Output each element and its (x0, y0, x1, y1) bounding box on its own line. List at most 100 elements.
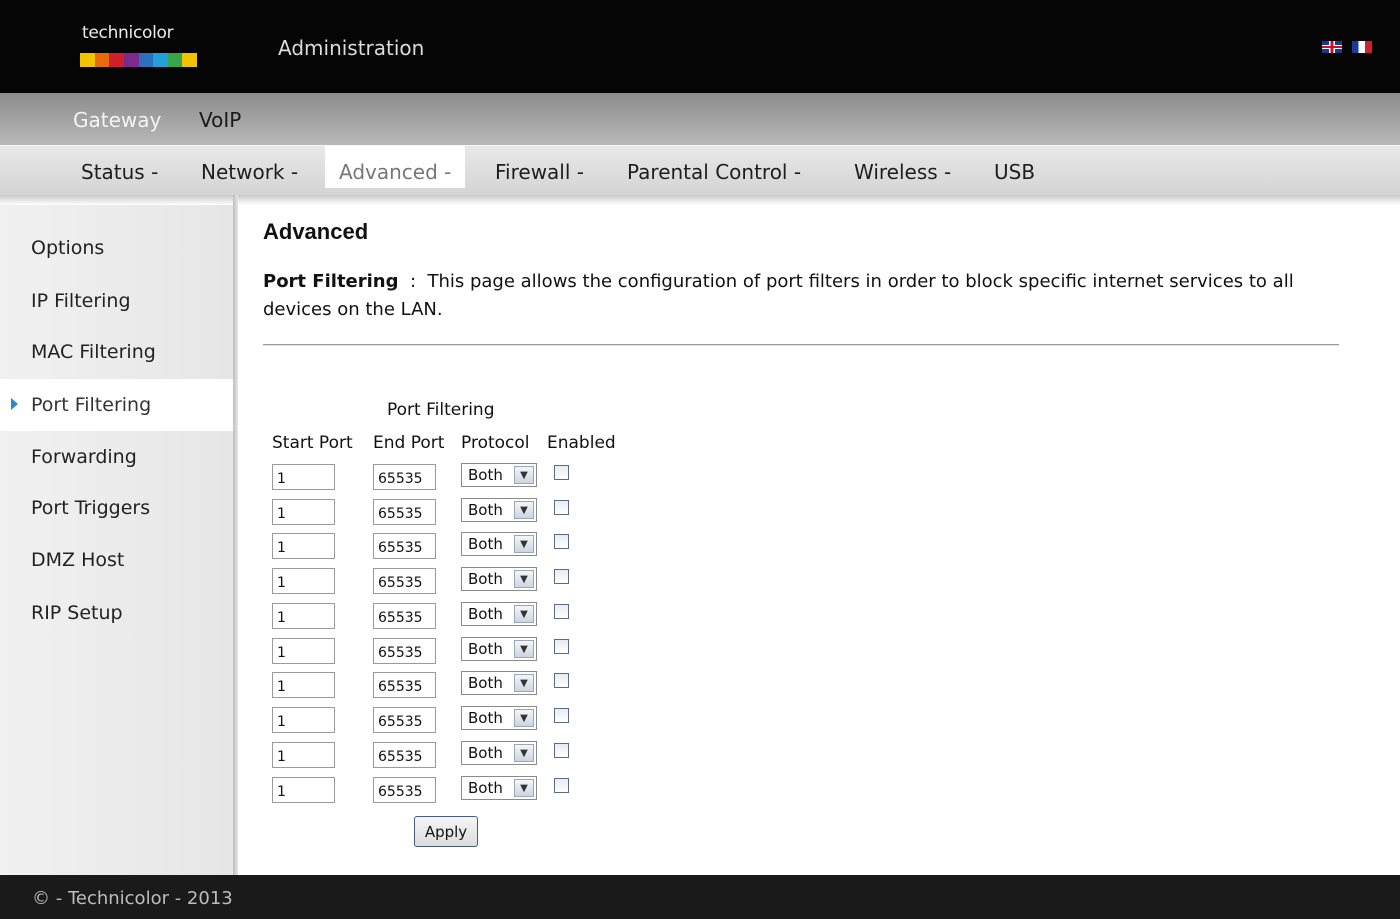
enabled-checkbox[interactable] (554, 708, 569, 723)
nav-usb[interactable]: USB (994, 146, 1035, 196)
sidebar-item-rip-setup[interactable]: RIP Setup (0, 588, 233, 638)
start-port-input[interactable]: 1 (272, 464, 335, 490)
sidebar-item-options[interactable]: Options (0, 223, 233, 273)
nav-firewall[interactable]: Firewall - (495, 146, 584, 196)
end-port-input[interactable]: 65535 (373, 499, 436, 525)
sidebar-item-dmz-host[interactable]: DMZ Host (0, 535, 233, 585)
enabled-checkbox[interactable] (554, 778, 569, 793)
end-port-input[interactable]: 65535 (373, 672, 436, 698)
enabled-checkbox[interactable] (554, 534, 569, 549)
protocol-select[interactable]: Both ▼ (461, 671, 537, 695)
protocol-select[interactable]: Both ▼ (461, 498, 537, 522)
start-port-input[interactable]: 1 (272, 533, 335, 559)
uk-flag-icon[interactable] (1322, 41, 1342, 53)
logo-color-segment (80, 53, 95, 67)
sidebar-item-port-triggers[interactable]: Port Triggers (0, 483, 233, 533)
chevron-down-icon[interactable]: ▼ (514, 466, 534, 484)
divider (263, 344, 1339, 346)
protocol-select[interactable]: Both ▼ (461, 706, 537, 730)
enabled-checkbox[interactable] (554, 465, 569, 480)
protocol-value: Both (468, 674, 503, 692)
nav-voip[interactable]: VoIP (199, 108, 241, 132)
end-port-input[interactable]: 65535 (373, 464, 436, 490)
start-port-input[interactable]: 1 (272, 672, 335, 698)
start-port-input[interactable]: 1 (272, 777, 335, 803)
protocol-select[interactable]: Both ▼ (461, 567, 537, 591)
protocol-select[interactable]: Both ▼ (461, 637, 537, 661)
header-bar: technicolor Administration (0, 0, 1400, 93)
enabled-checkbox[interactable] (554, 673, 569, 688)
protocol-select[interactable]: Both ▼ (461, 602, 537, 626)
end-port-input[interactable]: 65535 (373, 777, 436, 803)
start-port-input[interactable]: 1 (272, 638, 335, 664)
nav-gateway[interactable]: Gateway (73, 108, 161, 132)
logo-text: technicolor (82, 23, 174, 43)
logo-color-segment (109, 53, 124, 67)
enabled-checkbox[interactable] (554, 569, 569, 584)
chevron-down-icon[interactable]: ▼ (514, 605, 534, 623)
chevron-down-icon[interactable]: ▼ (514, 744, 534, 762)
table-caption: Port Filtering (387, 400, 495, 420)
start-port-input[interactable]: 1 (272, 568, 335, 594)
chevron-down-icon[interactable]: ▼ (514, 501, 534, 519)
app-title: Administration (278, 36, 425, 60)
france-flag-icon[interactable] (1352, 41, 1372, 53)
nav-network[interactable]: Network - (201, 146, 298, 196)
logo-color-segment (153, 53, 168, 67)
protocol-select[interactable]: Both ▼ (461, 741, 537, 765)
end-port-input[interactable]: 65535 (373, 638, 436, 664)
nav-wireless[interactable]: Wireless - (854, 146, 951, 196)
logo-color-segment (138, 53, 154, 67)
sidebar-item-label: DMZ Host (31, 549, 125, 571)
protocol-value: Both (468, 779, 503, 797)
column-header-protocol: Protocol (461, 433, 530, 453)
page-title: Advanced (263, 219, 369, 244)
sidebar-item-forwarding[interactable]: Forwarding (0, 432, 233, 482)
start-port-input[interactable]: 1 (272, 707, 335, 733)
chevron-down-icon[interactable]: ▼ (514, 779, 534, 797)
protocol-select[interactable]: Both ▼ (461, 776, 537, 800)
enabled-checkbox[interactable] (554, 639, 569, 654)
sidebar-item-label: Port Triggers (31, 497, 151, 519)
main-nav: Status - Network - Advanced - Firewall -… (0, 145, 1400, 196)
chevron-down-icon[interactable]: ▼ (514, 674, 534, 692)
protocol-value: Both (468, 640, 503, 658)
start-port-input[interactable]: 1 (272, 742, 335, 768)
protocol-value: Both (468, 709, 503, 727)
sidebar-item-label: RIP Setup (31, 602, 123, 624)
start-port-input[interactable]: 1 (272, 499, 335, 525)
nav-advanced[interactable]: Advanced - (325, 146, 466, 188)
technicolor-logo[interactable]: technicolor (80, 23, 197, 69)
logo-color-segment (167, 53, 183, 67)
sidebar-item-label: Forwarding (31, 446, 137, 468)
protocol-value: Both (468, 501, 503, 519)
column-header-enabled: Enabled (547, 433, 616, 453)
page-description: Port Filtering : This page allows the co… (263, 268, 1323, 324)
chevron-down-icon[interactable]: ▼ (514, 535, 534, 553)
sidebar-item-label: Port Filtering (31, 394, 152, 416)
chevron-down-icon[interactable]: ▼ (514, 709, 534, 727)
protocol-select[interactable]: Both ▼ (461, 463, 537, 487)
sidebar-item-ip-filtering[interactable]: IP Filtering (0, 276, 233, 326)
end-port-input[interactable]: 65535 (373, 568, 436, 594)
apply-button[interactable]: Apply (414, 816, 478, 847)
sidebar-item-port-filtering[interactable]: Port Filtering (0, 379, 233, 431)
enabled-checkbox[interactable] (554, 604, 569, 619)
protocol-select[interactable]: Both ▼ (461, 532, 537, 556)
logo-color-segment (94, 53, 110, 67)
end-port-input[interactable]: 65535 (373, 742, 436, 768)
sidebar-item-label: MAC Filtering (31, 341, 156, 363)
end-port-input[interactable]: 65535 (373, 603, 436, 629)
sidebar-item-mac-filtering[interactable]: MAC Filtering (0, 327, 233, 377)
start-port-input[interactable]: 1 (272, 603, 335, 629)
nav-status[interactable]: Status - (81, 146, 158, 196)
chevron-down-icon[interactable]: ▼ (514, 640, 534, 658)
enabled-checkbox[interactable] (554, 743, 569, 758)
end-port-input[interactable]: 65535 (373, 707, 436, 733)
protocol-value: Both (468, 535, 503, 553)
chevron-down-icon[interactable]: ▼ (514, 570, 534, 588)
nav-parental-control[interactable]: Parental Control - (627, 146, 801, 196)
end-port-input[interactable]: 65535 (373, 533, 436, 559)
sidebar-divider (233, 195, 238, 875)
enabled-checkbox[interactable] (554, 500, 569, 515)
